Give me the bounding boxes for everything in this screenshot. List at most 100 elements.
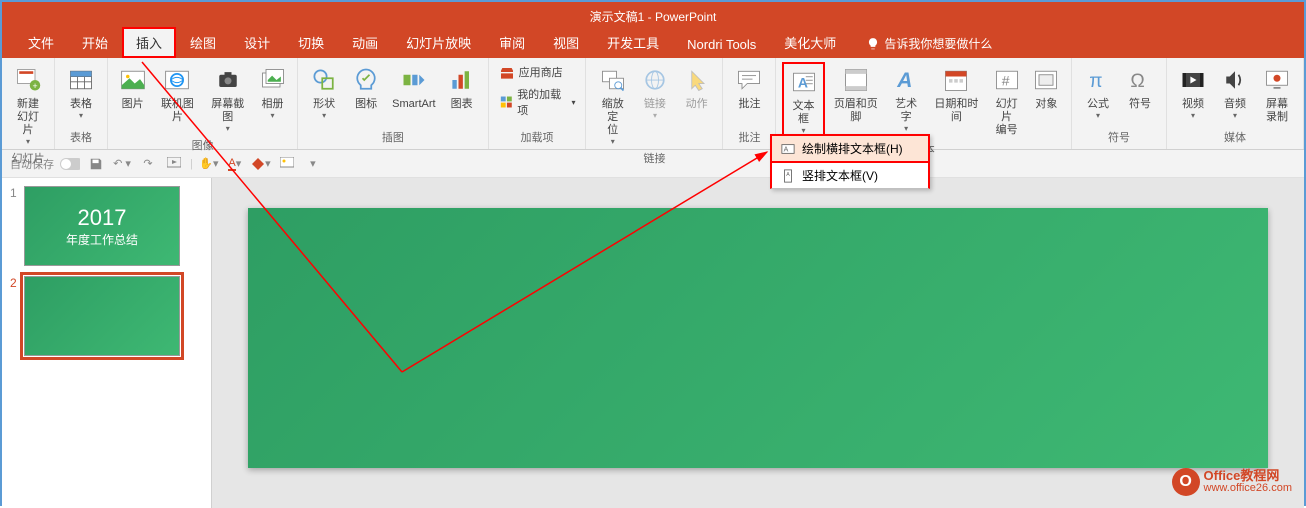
tab-nordri[interactable]: Nordri Tools <box>673 31 770 58</box>
shapes-icon <box>308 64 340 96</box>
tab-insert[interactable]: 插入 <box>122 27 176 58</box>
watermark-logo-icon: O <box>1172 468 1200 496</box>
smartart-icon <box>398 64 430 96</box>
new-slide-icon: + <box>12 64 44 96</box>
workspace: 1 2017 年度工作总结 2 <box>2 178 1304 508</box>
textbox-button[interactable]: A 文本框 ▾ <box>782 62 824 139</box>
table-button[interactable]: 表格 ▾ <box>61 62 101 122</box>
screenrec-button[interactable]: 屏幕 录制 <box>1257 62 1297 126</box>
screenshot-button[interactable]: 屏幕截图 ▾ <box>204 62 252 135</box>
slidenumber-button[interactable]: # 幻灯片 编号 <box>988 62 1026 139</box>
comment-icon <box>733 64 765 96</box>
datetime-button[interactable]: 日期和时间 <box>927 62 985 126</box>
insert-picture-qat[interactable] <box>277 154 297 174</box>
store-icon <box>499 64 515 80</box>
slide-thumbnail-2[interactable] <box>24 276 180 356</box>
slidenumber-icon: # <box>991 64 1023 96</box>
tell-me-search[interactable]: 告诉我你想要做什么 <box>858 29 1000 58</box>
video-button[interactable]: 视频 ▾ <box>1173 62 1213 122</box>
horizontal-textbox-option[interactable]: A 绘制横排文本框(H) <box>772 136 928 163</box>
zoom-icon <box>597 64 629 96</box>
group-slides: + 新建 幻灯片 ▾ 幻灯片 <box>2 58 55 149</box>
font-color-button[interactable]: A ▾ <box>225 154 245 174</box>
redo-button[interactable]: ↷ <box>138 154 158 174</box>
vertical-textbox-icon: A <box>780 168 796 184</box>
album-button[interactable]: 相册 ▾ <box>254 62 291 122</box>
group-images: 图片 联机图片 屏幕截图 ▾ 相册 ▾ 图像 <box>108 58 298 149</box>
symbol-button[interactable]: Ω 符号 <box>1120 62 1160 113</box>
tab-design[interactable]: 设计 <box>230 27 284 58</box>
group-addins: 应用商店 我的加载项 ▾ 加载项 <box>489 58 587 149</box>
shape-fill-button[interactable]: ▾ <box>251 154 271 174</box>
tab-draw[interactable]: 绘图 <box>176 27 230 58</box>
group-comments: 批注 批注 <box>723 58 776 149</box>
tab-developer[interactable]: 开发工具 <box>593 27 673 58</box>
group-illustrations: 形状 ▾ 图标 SmartArt 图表 插图 <box>298 58 488 149</box>
svg-text:#: # <box>1001 72 1009 88</box>
datetime-icon <box>940 64 972 96</box>
new-slide-button[interactable]: + 新建 幻灯片 ▾ <box>8 62 48 148</box>
tab-home[interactable]: 开始 <box>68 27 122 58</box>
album-icon <box>257 64 289 96</box>
wordart-button[interactable]: A 艺术字 ▾ <box>887 62 925 135</box>
customize-qat[interactable]: ▾ <box>303 154 323 174</box>
svg-text:π: π <box>1089 71 1102 92</box>
svg-text:Ω: Ω <box>1130 71 1144 92</box>
equation-button[interactable]: π 公式 ▾ <box>1078 62 1118 122</box>
slide-thumbnail-panel: 1 2017 年度工作总结 2 <box>2 178 212 508</box>
tab-file[interactable]: 文件 <box>14 27 68 58</box>
shapes-button[interactable]: 形状 ▾ <box>304 62 344 122</box>
addins-icon <box>499 94 514 110</box>
slide-thumbnail-1[interactable]: 2017 年度工作总结 <box>24 186 180 266</box>
undo-button[interactable]: ↶ ▾ <box>112 154 132 174</box>
chart-button[interactable]: 图表 <box>442 62 482 113</box>
svg-text:A: A <box>784 146 789 153</box>
myaddins-button[interactable]: 我的加载项 ▾ <box>495 84 580 120</box>
touch-mode-button[interactable]: ✋▾ <box>199 154 219 174</box>
audio-icon <box>1219 64 1251 96</box>
tab-animations[interactable]: 动画 <box>338 27 392 58</box>
start-slideshow-button[interactable] <box>164 154 184 174</box>
tab-view[interactable]: 视图 <box>539 27 593 58</box>
slide-canvas-area <box>212 178 1304 508</box>
textbox-dropdown: A 绘制横排文本框(H) A 竖排文本框(V) <box>770 134 930 189</box>
svg-text:A: A <box>786 172 790 178</box>
screenshot-icon <box>212 64 244 96</box>
tab-review[interactable]: 审阅 <box>485 27 539 58</box>
tab-transitions[interactable]: 切换 <box>284 27 338 58</box>
headerfooter-icon <box>840 64 872 96</box>
save-button[interactable] <box>86 154 106 174</box>
svg-text:+: + <box>32 81 37 91</box>
zoom-button[interactable]: 缩放定 位 ▾ <box>592 62 633 148</box>
picture-button[interactable]: 图片 <box>114 62 151 113</box>
headerfooter-button[interactable]: 页眉和页脚 <box>827 62 885 126</box>
video-icon <box>1177 64 1209 96</box>
watermark-url: www.office26.com <box>1204 482 1292 495</box>
icons-icon <box>350 64 382 96</box>
vertical-textbox-option[interactable]: A 竖排文本框(V) <box>772 163 928 188</box>
title-bar: 演示文稿1 - PowerPoint <box>2 2 1304 30</box>
smartart-button[interactable]: SmartArt <box>388 62 439 113</box>
wordart-icon: A <box>890 64 922 96</box>
tab-beautify[interactable]: 美化大师 <box>770 27 850 58</box>
thumb-number: 1 <box>10 186 24 266</box>
watermark-title: Office教程网 <box>1204 469 1292 482</box>
chart-icon <box>446 64 478 96</box>
online-picture-button[interactable]: 联机图片 <box>153 62 201 126</box>
symbol-icon: Ω <box>1124 64 1156 96</box>
link-button: 链接 ▾ <box>635 62 675 122</box>
autosave-toggle[interactable] <box>60 154 80 174</box>
comment-button[interactable]: 批注 <box>729 62 769 113</box>
table-icon <box>65 64 97 96</box>
object-button[interactable]: 对象 <box>1028 62 1065 113</box>
action-button: 动作 <box>677 62 717 113</box>
svg-text:A: A <box>896 69 912 92</box>
window-title: 演示文稿1 - PowerPoint <box>590 8 717 25</box>
online-picture-icon <box>161 64 193 96</box>
tab-slideshow[interactable]: 幻灯片放映 <box>392 27 485 58</box>
icons-button[interactable]: 图标 <box>346 62 386 113</box>
slide-canvas[interactable] <box>248 208 1268 468</box>
audio-button[interactable]: 音频 ▾ <box>1215 62 1255 122</box>
textbox-icon: A <box>788 66 820 98</box>
store-button[interactable]: 应用商店 <box>495 62 580 82</box>
